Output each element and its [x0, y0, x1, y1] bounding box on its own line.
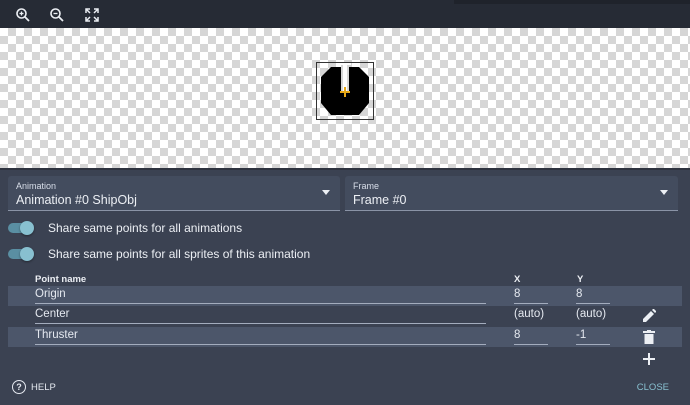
- share-points-sprites-row: Share same points for all sprites of thi…: [8, 245, 310, 263]
- share-points-animations-row: Share same points for all animations: [8, 219, 242, 237]
- help-label: HELP: [31, 381, 56, 393]
- animation-select-label: Animation: [16, 181, 57, 191]
- sprite-preview-canvas[interactable]: [0, 28, 690, 170]
- fit-to-screen-button[interactable]: [81, 4, 103, 26]
- share-points-sprites-toggle[interactable]: [8, 247, 34, 261]
- point-x-value: (auto): [514, 308, 545, 320]
- zoom-in-button[interactable]: [12, 4, 34, 26]
- column-header-point-name: Point name: [35, 274, 87, 285]
- share-points-animations-toggle[interactable]: [8, 221, 34, 235]
- zoom-out-icon: [50, 8, 64, 22]
- frame-select-value: Frame #0: [353, 193, 407, 207]
- point-y-input[interactable]: -1: [576, 329, 610, 345]
- point-name-input[interactable]: Center: [35, 308, 486, 324]
- close-button[interactable]: CLOSE: [637, 382, 669, 393]
- column-header-y: Y: [577, 274, 584, 285]
- help-icon: ?: [12, 380, 26, 394]
- add-point-button[interactable]: [640, 350, 658, 368]
- table-row: Thruster 8 -1: [8, 327, 682, 347]
- point-y-value: (auto): [576, 308, 607, 320]
- plus-icon: [643, 353, 655, 365]
- table-row: Center (auto) (auto): [8, 306, 682, 326]
- edit-point-button[interactable]: [640, 307, 658, 325]
- frame-select-label: Frame: [353, 181, 380, 191]
- origin-point-marker[interactable]: [340, 87, 350, 97]
- point-x-input[interactable]: 8: [514, 288, 548, 304]
- preview-toolbar: [0, 0, 690, 28]
- point-name-input[interactable]: Origin: [35, 288, 486, 304]
- sprite-bounding-box: [316, 61, 374, 120]
- help-button[interactable]: ? HELP: [12, 380, 56, 394]
- share-points-animations-label: Share same points for all animations: [48, 221, 243, 235]
- fullscreen-icon: [85, 8, 99, 22]
- column-header-x: X: [514, 274, 521, 285]
- animation-select-value: Animation #0 ShipObj: [16, 193, 137, 207]
- point-name-input[interactable]: Thruster: [35, 329, 486, 345]
- share-points-sprites-label: Share same points for all sprites of thi…: [48, 247, 311, 261]
- point-y-input[interactable]: 8: [576, 288, 610, 304]
- trash-icon: [643, 330, 655, 344]
- chevron-down-icon: [660, 190, 668, 195]
- pencil-icon: [643, 309, 656, 322]
- point-x-input[interactable]: 8: [514, 329, 548, 345]
- canvas-divider: [0, 168, 690, 170]
- chevron-down-icon: [322, 190, 330, 195]
- zoom-out-button[interactable]: [46, 4, 68, 26]
- delete-point-button[interactable]: [640, 328, 658, 346]
- frame-select[interactable]: Frame Frame #0: [345, 176, 678, 211]
- table-row: Origin 8 8: [8, 286, 682, 306]
- animation-select[interactable]: Animation Animation #0 ShipObj: [8, 176, 340, 211]
- toolbar-accent: [454, 0, 690, 4]
- zoom-in-icon: [16, 8, 30, 22]
